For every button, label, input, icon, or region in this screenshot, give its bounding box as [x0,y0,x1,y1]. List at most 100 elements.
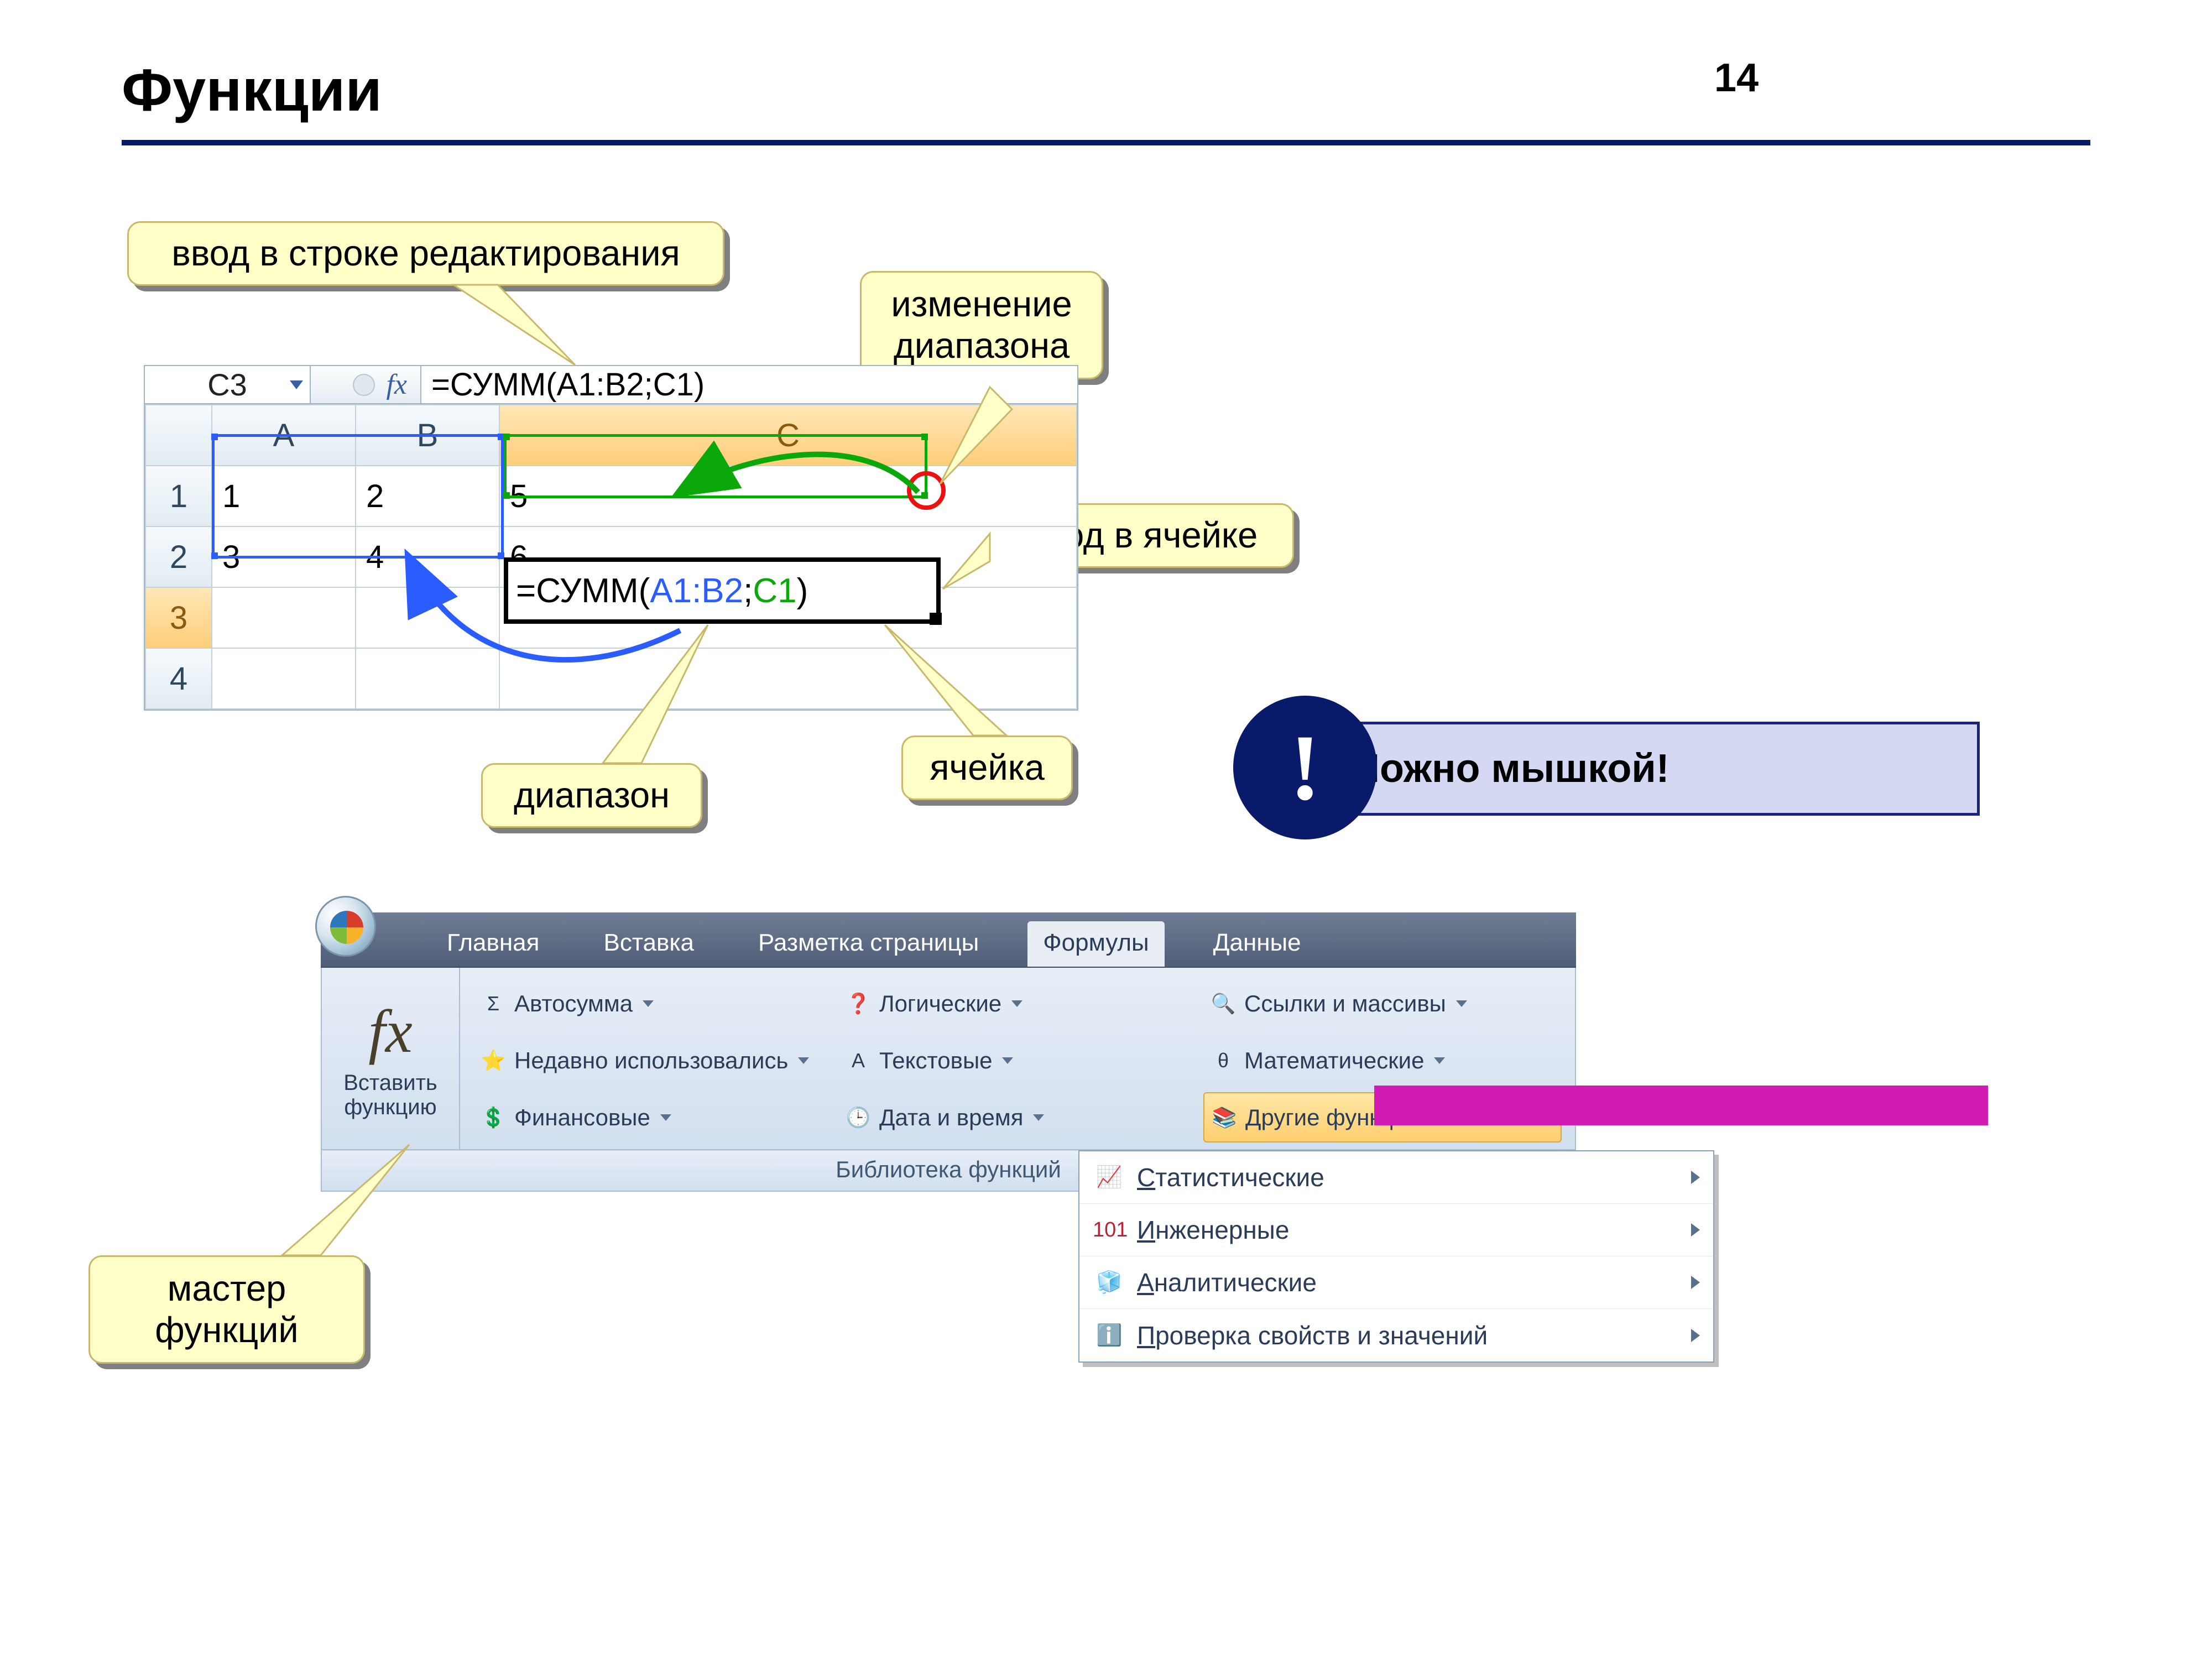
other-functions-menu: 📈 Статистические 101 Инженерные 🧊 Аналит… [1078,1150,1714,1363]
stat-icon: 📈 [1093,1165,1126,1190]
callout-cell: ячейка [901,735,1073,800]
menu-statistical-u: С [1137,1163,1155,1192]
col-header-c[interactable]: C [499,405,1077,466]
callout-edit-line-text: ввод в строке редактирования [171,233,680,273]
sigma-icon: Σ [480,990,507,1017]
callout-range-text: диапазон [514,775,670,815]
page-title: Функции [122,55,2090,124]
chevron-down-icon [1434,1057,1445,1064]
tab-home[interactable]: Главная [431,921,555,967]
lib-recent-label: Недавно использовались [514,1047,788,1074]
fx-button[interactable]: fx [311,366,421,403]
logical-icon: ❓ [845,990,872,1017]
callout-wizard-l1: мастер [168,1268,286,1308]
menu-statistical[interactable]: 📈 Статистические [1079,1151,1713,1204]
lib-datetime[interactable]: 🕒Дата и время [838,1092,1197,1142]
callout-edit-line: ввод в строке редактирования [127,221,724,286]
fx-big-icon: fx [368,998,412,1065]
row-header-3[interactable]: 3 [145,587,212,648]
menu-information[interactable]: ℹ️ Проверка свойств и значений [1079,1309,1713,1361]
cell-c4[interactable] [499,648,1077,709]
math-icon: θ [1210,1047,1237,1074]
lib-recent[interactable]: ⭐ Недавно использовались [473,1036,832,1086]
lib-text-label: Текстовые [879,1047,992,1074]
title-rule [122,140,2090,145]
cell-a1[interactable]: 1 [212,466,356,526]
tip-text: Можно мышкой! [1347,746,1670,791]
row-header-1[interactable]: 1 [145,466,212,526]
lib-text[interactable]: A Текстовые [838,1036,1197,1086]
cell-b3[interactable] [356,587,499,648]
text-icon: A [845,1047,872,1074]
cell-b2[interactable]: 4 [356,526,499,587]
name-box-dropdown-icon[interactable] [290,380,303,389]
callout-range-change: изменение диапазона [860,271,1103,379]
lib-financial[interactable]: 💲Финансовые [473,1092,832,1142]
chevron-down-icon [643,1000,654,1007]
tab-insert[interactable]: Вставка [588,921,709,967]
menu-analytical-u: А [1137,1268,1154,1297]
datetime-icon: 🕒 [845,1104,872,1131]
fx-oval-icon [353,374,375,396]
chevron-down-icon [660,1114,671,1121]
ribbon-tabs: Главная Вставка Разметка страницы Формул… [321,912,1576,968]
menu-information-u: П [1137,1321,1155,1350]
submenu-arrow-icon [1691,1329,1700,1342]
lookup-icon: 🔍 [1210,990,1237,1017]
col-header-a[interactable]: A [212,405,356,466]
formula-input-text: =СУММ(A1:B2;C1) [431,366,705,403]
red-circle-marker [907,471,946,510]
tip-badge-text: ! [1290,714,1321,822]
cell-c1[interactable]: 5 [499,466,1077,526]
active-formula-range: A1:B2 [650,571,743,611]
lib-logical-label: Логические [879,990,1001,1017]
tab-formulas[interactable]: Формулы [1027,921,1164,967]
menu-analytical[interactable]: 🧊 Аналитические [1079,1256,1713,1309]
office-button[interactable] [315,896,376,957]
lib-logical[interactable]: ❓ Логические [838,979,1197,1029]
select-all-corner[interactable] [145,405,212,466]
menu-analytical-rest: налитические [1154,1268,1317,1297]
other-icon: 📚 [1211,1104,1238,1131]
tab-layout[interactable]: Разметка страницы [743,921,994,967]
cell-a4[interactable] [212,648,356,709]
col-header-b[interactable]: B [356,405,499,466]
chevron-down-icon [1033,1114,1044,1121]
lib-math[interactable]: θ Математические [1203,1036,1562,1086]
cell-a2[interactable]: 3 [212,526,356,587]
cell-b1[interactable]: 2 [356,466,499,526]
callout-wizard-l2: функций [155,1310,298,1350]
chevron-down-icon [1011,1000,1022,1007]
insert-fn-l2: функцию [344,1095,436,1119]
cell-b4[interactable] [356,648,499,709]
eng-icon: 101 [1093,1218,1126,1242]
insert-function-button[interactable]: fx Вставить функцию [322,968,460,1149]
active-cell-c3[interactable]: =СУММ(A1:B2;C1) [504,557,941,624]
submenu-arrow-icon [1691,1171,1700,1184]
menu-statistical-rest: татистические [1155,1163,1324,1192]
formula-input[interactable]: =СУММ(A1:B2;C1) [421,366,1077,403]
row-header-2[interactable]: 2 [145,526,212,587]
tab-data[interactable]: Данные [1198,921,1317,967]
menu-information-rest: роверка свойств и значений [1155,1321,1488,1350]
submenu-arrow-icon [1691,1223,1700,1237]
lib-lookup[interactable]: 🔍 Ссылки и массивы [1203,979,1562,1029]
chevron-down-icon [1002,1057,1013,1064]
lib-lookup-label: Ссылки и массивы [1244,990,1446,1017]
recent-icon: ⭐ [480,1047,507,1074]
callout-range: диапазон [481,763,702,828]
tip-badge: ! [1233,696,1377,839]
magenta-highlight [1374,1086,1988,1125]
cell-a3[interactable] [212,587,356,648]
active-formula-pre: =СУММ( [516,571,650,611]
menu-engineering[interactable]: 101 Инженерные [1079,1204,1713,1256]
insert-fn-l1: Вставить [343,1071,437,1095]
financial-icon: 💲 [480,1104,507,1131]
info-icon: ℹ️ [1093,1323,1126,1348]
fill-handle-icon[interactable] [930,613,942,625]
row-header-4[interactable]: 4 [145,648,212,709]
callout-wizard: мастер функций [88,1255,365,1364]
lib-autosum[interactable]: ΣАвтосумма [473,979,832,1029]
name-box[interactable]: C3 [145,366,311,403]
lib-math-label: Математические [1244,1047,1424,1074]
